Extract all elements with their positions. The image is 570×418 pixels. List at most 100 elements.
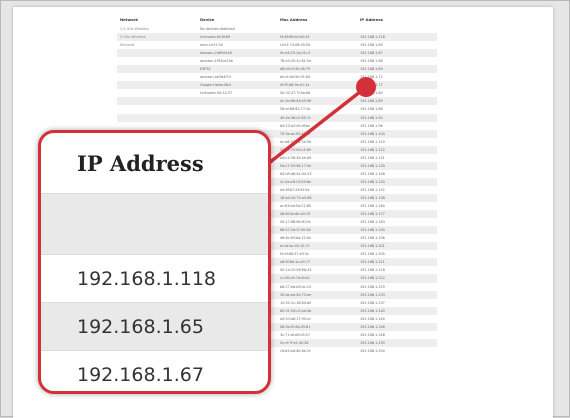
mac-address-cell: 58:ef:68:82:77:2e bbox=[280, 107, 311, 112]
mac-address-cell: ec:fa:bc:40:15:71 bbox=[277, 242, 357, 251]
device-cell: amazon-1f92ca10b bbox=[200, 59, 233, 64]
mac-address-cell: 70:3e:ac:92:4f:1e bbox=[277, 129, 357, 138]
mac-address-cell: 48:8f:5a:6e:a3:19 bbox=[277, 210, 357, 219]
network-cell bbox=[117, 122, 197, 130]
table-row: Ethernet eero-c4:f1:34 c4:f1:74:08:05:54 19… bbox=[117, 41, 437, 49]
table-row: 40:4e:36:c5:85:7c 192.168.1.90 bbox=[117, 113, 437, 122]
ip-address-cell: 192.168.1.110 bbox=[360, 139, 385, 144]
device-cell: Unknown-f4:8f:69 bbox=[197, 33, 277, 42]
mac-address-cell: 3c:71:bf:a9:d3:57 bbox=[280, 332, 311, 337]
mac-address-cell: 30:ae:a4:5d:72:ee bbox=[277, 290, 357, 299]
ip-address-cell: 192.168.1.148 bbox=[360, 171, 385, 176]
table-row: 5 GHz Wireless Unknown-f4:8f:69 f4:8f:69:b… bbox=[117, 33, 437, 42]
ip-address-cell: 192.168.1.67 bbox=[357, 49, 437, 58]
ip-address-cell: 192.168.1.80 bbox=[360, 91, 383, 96]
ip-address-cell: 192.168.1.190 bbox=[357, 226, 437, 235]
device-cell: amazon-ae2b4f74 bbox=[200, 75, 231, 80]
network-cell bbox=[117, 97, 197, 106]
mac-address-cell: d8:bf:c0:30:d5:79 bbox=[277, 65, 357, 74]
ip-address-cell: 192.168.1.183 bbox=[360, 220, 385, 225]
ip-address-cell: 192.168.1.71 bbox=[360, 75, 383, 80]
mac-address-cell: e8:9f:6d:1c:a9:77 bbox=[277, 258, 357, 267]
ip-address-cell: 192.168.1.139 bbox=[357, 161, 437, 170]
mac-address-cell: b0:fc:0d:5b:91:64 bbox=[280, 75, 311, 80]
table-row: Google-Home-Mini f4:f5:d8:9e:e1:1a 192.168… bbox=[117, 81, 437, 90]
network-cell bbox=[117, 113, 197, 122]
device-cell: Google-Home-Mini bbox=[197, 81, 277, 90]
network-cell bbox=[117, 89, 197, 97]
ip-address-cell: 192.168.1.246 bbox=[357, 322, 437, 331]
table-row: b4:23:a2:d9:4f:bc 192.168.1.96 bbox=[117, 122, 437, 130]
mac-address-cell: 40:4e:36:c5:85:7c bbox=[277, 113, 357, 122]
mac-address-cell: 4c:1b:86:43:e0:96 bbox=[277, 97, 357, 106]
magnified-ip-row: 192.168.1.65 bbox=[41, 302, 268, 350]
mac-address-cell: 5c:cf:7f:e1:40:82 bbox=[277, 338, 357, 347]
mac-address-cell: 00:17:88:6b:81:fe bbox=[280, 220, 311, 225]
ip-address-cell: 192.168.1.90 bbox=[357, 113, 437, 122]
table-row: ESP32 d8:bf:c0:30:d5:79 192.168.1.69 bbox=[117, 65, 437, 74]
table-row: amazon-ae2b4f74 b0:fc:0d:5b:91:64 192.168.… bbox=[117, 73, 437, 81]
header-device: Device bbox=[200, 17, 215, 22]
mac-address-cell: 78:e3:20:2c:81:5e bbox=[280, 59, 312, 64]
ip-address-cell: 192.168.1.122 bbox=[357, 145, 437, 154]
ip-address-cell: 192.168.1.233 bbox=[357, 290, 437, 299]
mac-address-cell: b4:23:a2:d9:4f:bc bbox=[280, 123, 311, 128]
network-cell bbox=[117, 81, 197, 90]
mac-address-cell: dc:a6:32:c6:7a:9b bbox=[280, 139, 311, 144]
mac-address-cell: a4:c1:38:34:4e:d5 bbox=[280, 155, 312, 160]
magnified-ip-header: IP Address bbox=[77, 150, 204, 176]
mac-address-cell: 84:d5:d6:4a:34:33 bbox=[280, 171, 312, 176]
network-cell bbox=[117, 73, 197, 81]
ip-address-cell: 192.168.1.152 bbox=[360, 187, 385, 192]
ip-address-cell: 192.168.1.218 bbox=[360, 268, 385, 273]
network-cell bbox=[117, 57, 197, 65]
ip-address-cell: 192.168.1.131 bbox=[360, 155, 385, 160]
device-cell: Unknown-50:32:37 bbox=[200, 91, 233, 96]
device-cell: ESP32 bbox=[197, 65, 277, 74]
device-cell bbox=[197, 122, 277, 130]
mac-address-cell: 2c:3a:e8:13:93:6e bbox=[277, 177, 357, 186]
mac-address-cell: 68:57:2d:f2:90:48 bbox=[277, 226, 357, 235]
mac-address-cell: 24:c7:70:05:c3:69 bbox=[277, 145, 357, 154]
magnified-ip-row: 192.168.1.118 bbox=[41, 254, 268, 302]
mac-address-cell: 60:01:94:c2:ab:3b bbox=[277, 306, 357, 315]
network-cell: 5 GHz Wireless bbox=[117, 33, 197, 42]
ip-address-cell: 192.168.1.254 bbox=[360, 348, 385, 353]
ip-address-cell: 192.168.1.164 bbox=[360, 204, 385, 209]
ip-address-cell: 192.168.1.250 bbox=[357, 338, 437, 347]
mac-address-cell: 9c:e4:25:1a:c5:c1 bbox=[277, 49, 357, 58]
network-cell bbox=[117, 49, 197, 58]
device-cell bbox=[197, 113, 277, 122]
ip-address-cell: 192.168.1.177 bbox=[357, 210, 437, 219]
header-ip-address: IP Address bbox=[360, 17, 383, 22]
ip-address-cell: 192.168.1.244 bbox=[360, 316, 385, 321]
ip-address-cell: 192.168.1.88 bbox=[360, 107, 383, 112]
ip-address-cell: 192.168.1.150 bbox=[357, 177, 437, 186]
mac-address-cell: cc:50:e3:7d:0f:a2 bbox=[277, 274, 357, 283]
header-mac-address: Mac Address bbox=[280, 17, 308, 22]
mac-address-cell: 08:3a:f2:6a:05:81 bbox=[277, 322, 357, 331]
ip-address-cell: 192.168.1.240 bbox=[357, 306, 437, 315]
table-row: 58:ef:68:82:77:2e 192.168.1.88 bbox=[117, 105, 437, 113]
mac-address-cell: f0:ef:86:57:e3:3c bbox=[280, 252, 310, 257]
table-row: amazon-1f92ca10b 78:e3:20:2c:81:5e 192.168… bbox=[117, 57, 437, 65]
mac-address-cell: 94:c7:93:56:17:9e bbox=[277, 161, 357, 170]
mac-address-cell: b8:27:eb:b8:4c:15 bbox=[280, 284, 312, 289]
mac-address-cell: d4:8f:67:26:f3:5a bbox=[280, 187, 310, 192]
ip-address-cell: 192.168.1.96 bbox=[360, 123, 383, 128]
mac-address-cell: ac:63:be:0a:22:85 bbox=[280, 204, 312, 209]
mac-address-cell: 50:32:37:7f:0a:8b bbox=[280, 91, 311, 96]
ip-address-cell: 192.168.1.196 bbox=[360, 236, 385, 241]
device-cell: amazon-2a89d1e6 bbox=[197, 49, 277, 58]
network-cell: 2.4 GHz Wireless bbox=[120, 27, 149, 32]
mac-address-cell bbox=[277, 25, 357, 33]
mac-address-cell: f4:8f:69:b0:b0:43 bbox=[277, 33, 357, 42]
mac-address-cell: 18:b4:30:75:a3:66 bbox=[277, 193, 357, 203]
ip-address-cell: 192.168.1.85 bbox=[357, 97, 437, 106]
mac-address-cell: c4:f1:74:08:05:54 bbox=[280, 43, 311, 48]
table-row: 2.4 GHz Wireless No devices detected bbox=[117, 25, 437, 33]
ip-address-cell: 192.168.1.211 bbox=[357, 258, 437, 267]
ip-address-cell: 192.168.1.104 bbox=[357, 129, 437, 138]
mac-address-cell: 00:1a:22:08:9b:43 bbox=[280, 268, 312, 273]
ip-address-cell: 192.168.1.222 bbox=[357, 274, 437, 283]
